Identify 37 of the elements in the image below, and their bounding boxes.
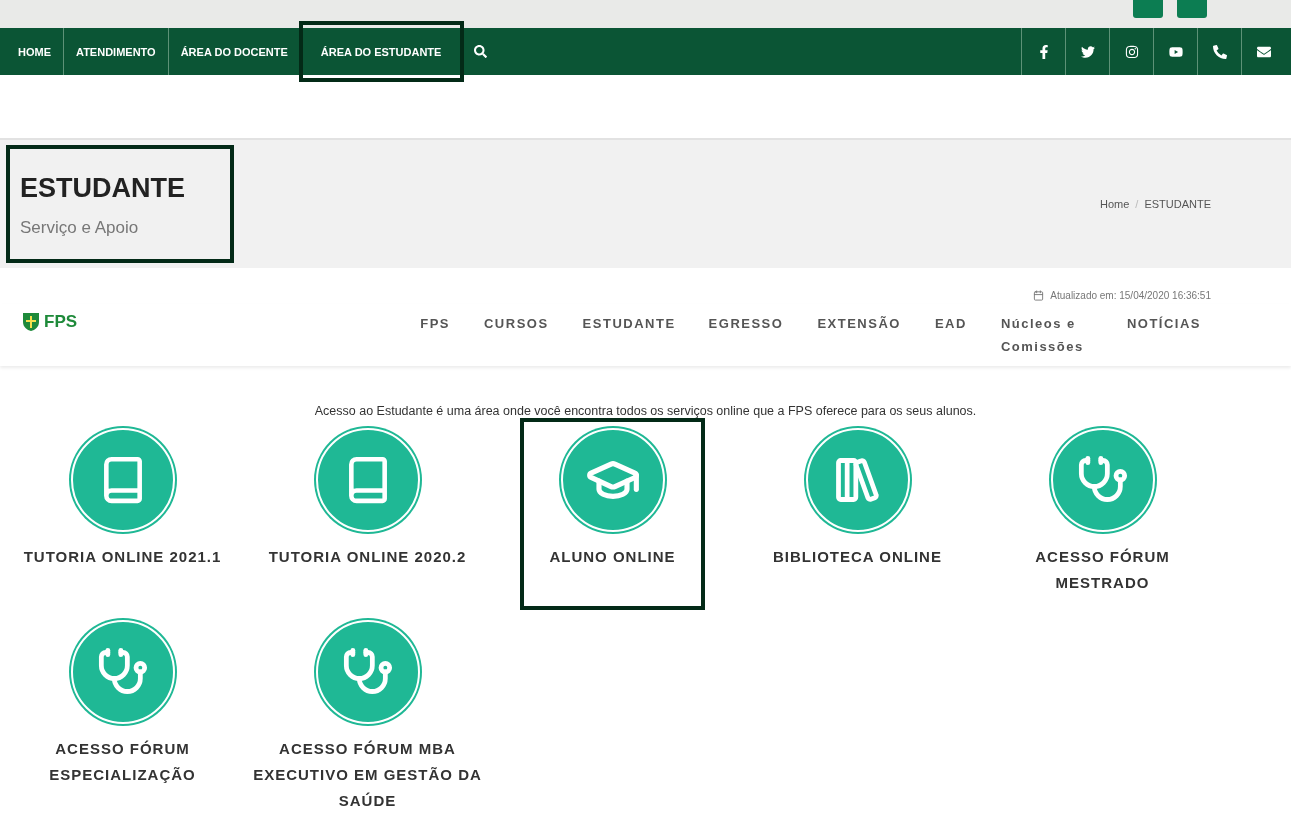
nav-link[interactable]: ATENDIMENTO [64,28,169,75]
service-link[interactable]: ACESSO FÓRUM MESTRADO [980,418,1225,606]
service-link[interactable]: TUTORIA ONLINE 2020.2 [245,418,490,606]
menu-link[interactable]: Núcleos e Comissões [1000,312,1093,358]
shield-icon [22,312,40,332]
nav-link[interactable]: ÁREA DO ESTUDANTE [300,23,463,80]
updated-text: Atualizado em: 15/04/2020 16:36:51 [1050,289,1211,301]
service-link[interactable]: ALUNO ONLINE [520,418,705,610]
page-subtitle: Serviço e Apoio [20,218,140,238]
service-label: ACESSO FÓRUM ESPECIALIZAÇÃO [48,739,197,785]
service-label: TUTORIA ONLINE 2021.1 [23,547,222,567]
service-label: ACESSO FÓRUM MBA EXECUTIVO EM GESTÃO DA SAÚDE [252,739,483,811]
menu-link[interactable]: EAD [934,312,967,358]
service-link[interactable]: TUTORIA ONLINE 2021.1 [0,418,245,606]
menu-link[interactable]: ESTUDANTE [582,312,675,358]
service-label: BIBLIOTECA ONLINE [773,547,942,567]
logo-text: FPS [44,312,78,332]
service-label: ACESSO FÓRUM MESTRADO [1034,547,1171,593]
intro-text: Acesso ao Estudante é uma área onde você encontra todos os serviços online que a FPS oferece para os seus alunos. [313,404,978,418]
breadcrumb-link[interactable]: Home [1099,198,1130,210]
menu-link[interactable]: EXTENSÃO [817,312,901,358]
menu-link[interactable]: FPS [420,312,450,358]
nav-link[interactable]: HOME [6,28,64,75]
menu-link[interactable]: CURSOS [484,312,549,358]
logo[interactable]: FPS [22,312,78,332]
service-link[interactable]: ACESSO FÓRUM MBA EXECUTIVO EM GESTÃO DA SAÚDE [245,610,490,824]
nav-link[interactable]: ÁREA DO DOCENTE [168,28,301,75]
calendar-icon [1033,289,1045,301]
menu-link[interactable]: NOTÍCIAS [1126,312,1201,358]
breadcrumb-separator: / [1135,198,1139,210]
service-label: TUTORIA ONLINE 2020.2 [268,547,467,567]
service-link[interactable]: ACESSO FÓRUM ESPECIALIZAÇÃO [0,610,245,824]
menu-link[interactable]: EGRESSO [708,312,784,358]
service-link[interactable]: BIBLIOTECA ONLINE [735,418,980,606]
page-title: ESTUDANTE [20,173,186,204]
breadcrumb-link[interactable]: ESTUDANTE [1144,198,1211,210]
service-label: ALUNO ONLINE [549,547,676,567]
